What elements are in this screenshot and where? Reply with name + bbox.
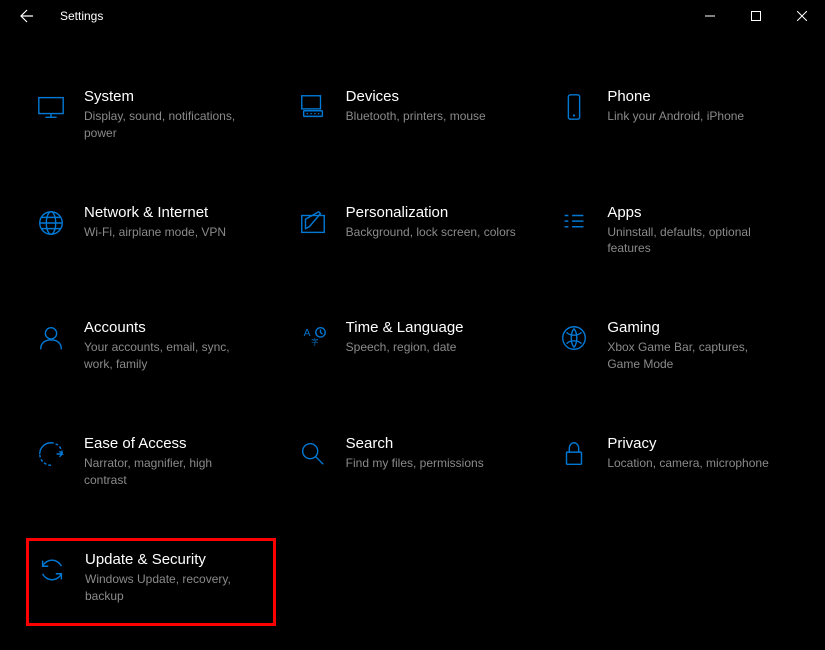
tile-time[interactable]: A字 Time & Language Speech, region, date <box>292 313 534 379</box>
close-button[interactable] <box>779 0 825 32</box>
back-button[interactable] <box>12 1 42 31</box>
tile-title: Ease of Access <box>84 435 258 452</box>
tile-desc: Speech, region, date <box>346 339 520 356</box>
tile-ease[interactable]: Ease of Access Narrator, magnifier, high… <box>30 429 272 495</box>
tile-title: Phone <box>607 88 781 105</box>
tile-accounts[interactable]: Accounts Your accounts, email, sync, wor… <box>30 313 272 379</box>
network-icon <box>34 206 68 240</box>
tile-desc: Wi-Fi, airplane mode, VPN <box>84 224 258 241</box>
titlebar: Settings <box>0 0 825 32</box>
tile-desc: Location, camera, microphone <box>607 455 781 472</box>
tile-desc: Uninstall, defaults, optional features <box>607 224 781 258</box>
back-arrow-icon <box>19 8 35 24</box>
tile-desc: Find my files, permissions <box>346 455 520 472</box>
tile-update[interactable]: Update & Security Windows Update, recove… <box>26 538 276 626</box>
window-controls <box>687 0 825 32</box>
minimize-button[interactable] <box>687 0 733 32</box>
minimize-icon <box>705 11 715 21</box>
devices-icon <box>296 90 330 124</box>
tile-network[interactable]: Network & Internet Wi-Fi, airplane mode,… <box>30 198 272 264</box>
tile-title: Update & Security <box>85 551 257 568</box>
tile-desc: Link your Android, iPhone <box>607 108 781 125</box>
tile-title: Personalization <box>346 204 520 221</box>
svg-text:A: A <box>303 328 310 339</box>
search-icon <box>296 437 330 471</box>
tile-desc: Bluetooth, printers, mouse <box>346 108 520 125</box>
accounts-icon <box>34 321 68 355</box>
update-icon <box>35 553 69 587</box>
tile-title: Devices <box>346 88 520 105</box>
system-icon <box>34 90 68 124</box>
tile-title: Apps <box>607 204 781 221</box>
tile-title: Accounts <box>84 319 258 336</box>
tile-gaming[interactable]: Gaming Xbox Game Bar, captures, Game Mod… <box>553 313 795 379</box>
tile-title: Network & Internet <box>84 204 258 221</box>
tile-apps[interactable]: Apps Uninstall, defaults, optional featu… <box>553 198 795 264</box>
tile-privacy[interactable]: Privacy Location, camera, microphone <box>553 429 795 495</box>
window-title: Settings <box>60 9 103 23</box>
tile-devices[interactable]: Devices Bluetooth, printers, mouse <box>292 82 534 148</box>
tile-system[interactable]: System Display, sound, notifications, po… <box>30 82 272 148</box>
maximize-icon <box>751 11 761 21</box>
settings-grid: System Display, sound, notifications, po… <box>0 32 825 650</box>
tile-desc: Background, lock screen, colors <box>346 224 520 241</box>
tile-desc: Windows Update, recovery, backup <box>85 571 257 605</box>
tile-desc: Display, sound, notifications, power <box>84 108 258 142</box>
time-icon: A字 <box>296 321 330 355</box>
gaming-icon <box>557 321 591 355</box>
tile-title: Time & Language <box>346 319 520 336</box>
tile-title: Search <box>346 435 520 452</box>
tile-desc: Xbox Game Bar, captures, Game Mode <box>607 339 781 373</box>
tile-phone[interactable]: Phone Link your Android, iPhone <box>553 82 795 148</box>
tile-title: Privacy <box>607 435 781 452</box>
phone-icon <box>557 90 591 124</box>
personalization-icon <box>296 206 330 240</box>
tile-title: System <box>84 88 258 105</box>
tile-personalization[interactable]: Personalization Background, lock screen,… <box>292 198 534 264</box>
ease-icon <box>34 437 68 471</box>
svg-text:字: 字 <box>311 337 319 347</box>
tile-search[interactable]: Search Find my files, permissions <box>292 429 534 495</box>
maximize-button[interactable] <box>733 0 779 32</box>
tile-title: Gaming <box>607 319 781 336</box>
apps-icon <box>557 206 591 240</box>
privacy-icon <box>557 437 591 471</box>
tile-desc: Narrator, magnifier, high contrast <box>84 455 258 489</box>
tile-desc: Your accounts, email, sync, work, family <box>84 339 258 373</box>
close-icon <box>797 11 807 21</box>
